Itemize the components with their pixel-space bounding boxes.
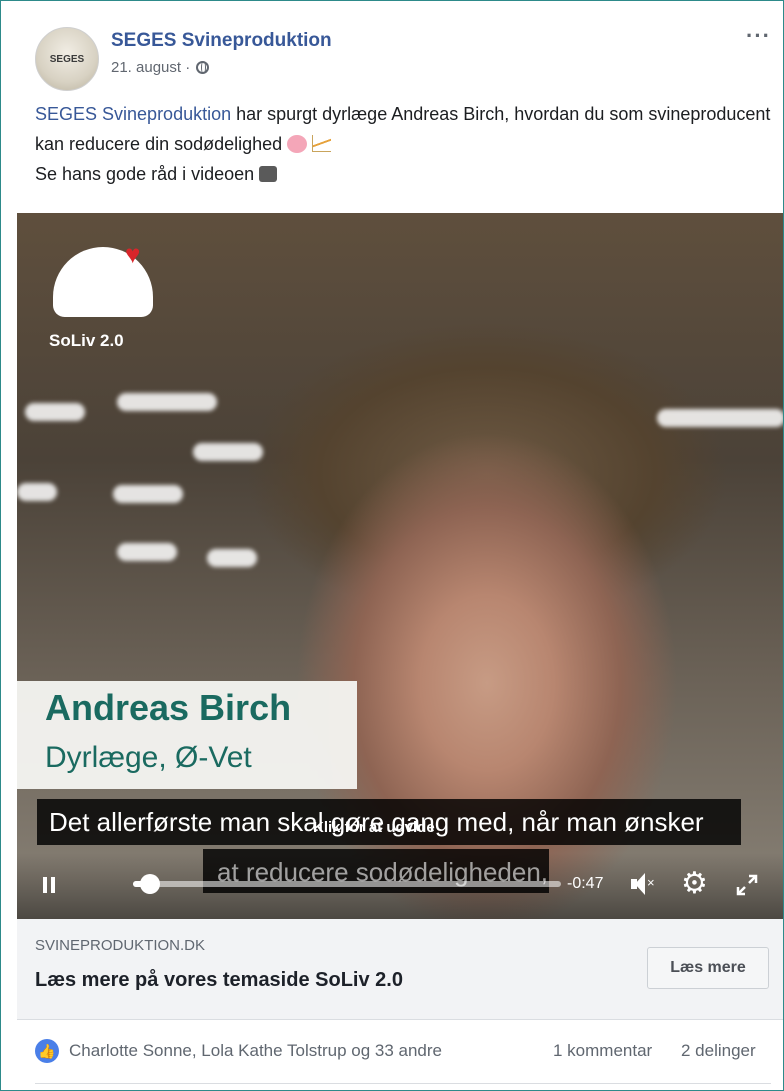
- lower-third-role: Dyrlæge, Ø-Vet: [45, 741, 252, 774]
- post-date[interactable]: 21. august ·: [111, 59, 210, 76]
- post-text-line1: SEGES Svineproduktion har spurgt dyrlæge…: [35, 99, 775, 159]
- avatar-logo-text: SEGES: [49, 53, 85, 65]
- ceiling-light: [117, 393, 217, 411]
- divider: [35, 1083, 771, 1084]
- like-reaction-icon[interactable]: 👍: [35, 1039, 59, 1063]
- time-remaining: -0:47: [567, 875, 604, 892]
- post-text: SEGES Svineproduktion har spurgt dyrlæge…: [35, 99, 775, 189]
- post-date-text: 21. august ·: [111, 59, 195, 76]
- reactors-list[interactable]: Charlotte Sonne, Lola Kathe Tolstrup og …: [69, 1041, 442, 1061]
- ceiling-light: [193, 443, 263, 461]
- post-page-mention[interactable]: SEGES Svineproduktion: [35, 104, 231, 124]
- chart-decreasing-emoji-icon: [312, 135, 332, 152]
- link-title[interactable]: Læs mere på vores temaside SoLiv 2.0: [35, 969, 403, 992]
- learn-more-button[interactable]: Læs mere: [647, 947, 769, 989]
- ceiling-light: [113, 485, 183, 503]
- post-text-line2: Se hans gode råd i videoen: [35, 159, 775, 189]
- page-name-link[interactable]: SEGES Svineproduktion: [111, 30, 332, 52]
- ceiling-light: [207, 549, 257, 567]
- heart-icon: ♥: [125, 239, 141, 269]
- movie-camera-emoji-icon: [259, 166, 278, 182]
- post-card: SEGES SEGES Svineproduktion 21. august ·…: [0, 0, 784, 1091]
- comment-count[interactable]: 1 kommentar: [553, 1041, 652, 1061]
- ceiling-light: [25, 403, 85, 421]
- pause-icon[interactable]: [43, 877, 57, 893]
- lower-third-name: Andreas Birch: [45, 687, 292, 728]
- ceiling-light: [117, 543, 177, 561]
- soliv-logo-text: SoLiv 2.0: [49, 331, 124, 350]
- more-options-icon[interactable]: ···: [746, 23, 771, 49]
- link-domain: SVINEPRODUKTION.DK: [35, 937, 206, 954]
- expand-tooltip: Klik for at udvide: [313, 819, 435, 836]
- globe-icon: [196, 61, 210, 74]
- progress-handle[interactable]: [140, 874, 161, 894]
- ceiling-light: [17, 483, 57, 501]
- video-player[interactable]: ♥ SoLiv 2.0 Andreas Birch Dyrlæge, Ø-Vet…: [17, 213, 783, 919]
- gear-icon[interactable]: ⚙: [681, 869, 711, 899]
- ceiling-light: [657, 409, 783, 427]
- progress-slider[interactable]: [133, 874, 561, 894]
- muted-volume-icon[interactable]: ×: [631, 873, 657, 895]
- fullscreen-icon[interactable]: [735, 873, 759, 897]
- post-text-cta: Se hans gode råd i videoen: [35, 164, 260, 184]
- page-avatar[interactable]: SEGES: [35, 27, 99, 91]
- pig-emoji-icon: [287, 135, 308, 153]
- share-count[interactable]: 2 delinger: [681, 1041, 756, 1061]
